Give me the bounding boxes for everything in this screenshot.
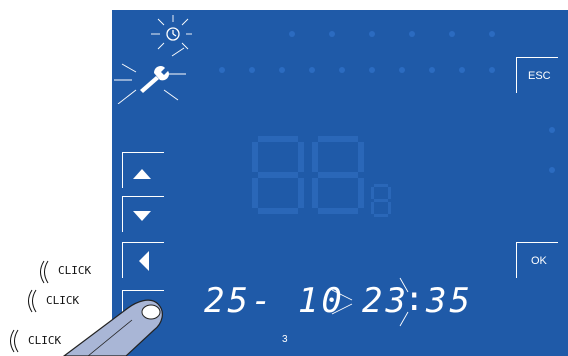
- click-label-1: CLICK: [58, 264, 92, 277]
- date-display: 25- 10: [204, 281, 345, 321]
- ok-label: OK: [531, 255, 547, 267]
- click-label-2: CLICK: [46, 294, 80, 307]
- down-button[interactable]: [122, 196, 164, 232]
- left-button[interactable]: [122, 242, 164, 278]
- click-mark-icon: [40, 260, 49, 284]
- time-hours: 23: [362, 281, 409, 321]
- down-arrow-icon: [133, 211, 151, 221]
- day-indicator: 3: [282, 334, 288, 345]
- click-label-3: CLICK: [28, 334, 62, 347]
- click-mark-icon: [10, 329, 19, 353]
- esc-button[interactable]: ESC: [516, 57, 558, 93]
- up-arrow-icon: [133, 169, 151, 179]
- esc-label: ESC: [528, 70, 551, 82]
- click-mark-icon: [28, 289, 37, 313]
- time-minutes: 35: [426, 281, 473, 321]
- ok-button[interactable]: OK: [516, 242, 558, 278]
- left-arrow-icon: [139, 251, 149, 271]
- time-colon: :: [404, 279, 428, 319]
- up-button[interactable]: [122, 152, 164, 188]
- wrench-icon: [114, 47, 186, 104]
